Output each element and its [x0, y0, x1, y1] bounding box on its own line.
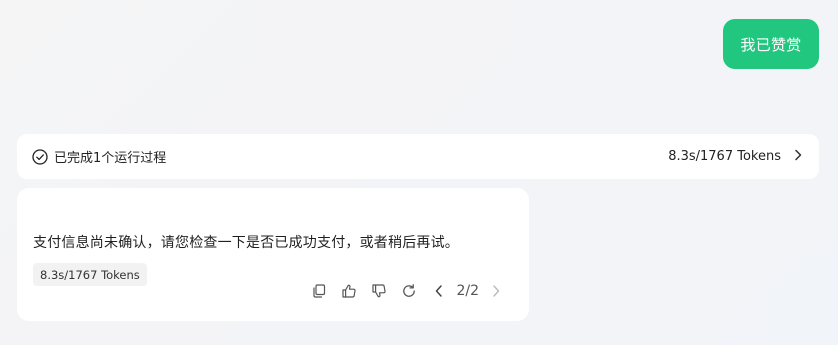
chevron-right-icon[interactable] [793, 149, 803, 165]
token-badge-text: 8.3s/1767 Tokens [40, 267, 140, 282]
user-message-bubble: 我已赞赏 [723, 19, 819, 69]
copy-icon [311, 283, 327, 299]
copy-button[interactable] [304, 280, 334, 302]
answer-text: 支付信息尚未确认，请您检查一下是否已成功支付，或者稍后再试。 [33, 235, 459, 251]
dislike-button[interactable] [364, 280, 394, 302]
refresh-icon [401, 283, 417, 299]
regenerate-button[interactable] [394, 280, 424, 302]
process-status-bar[interactable]: 已完成1个运行过程 8.3s/1767 Tokens [17, 134, 819, 179]
assistant-answer-card: 支付信息尚未确认，请您检查一下是否已成功支付，或者稍后再试。 8.3s/1767… [17, 188, 529, 321]
prev-answer-button[interactable] [424, 280, 454, 302]
chevron-right-icon [491, 284, 501, 298]
next-answer-button[interactable] [481, 280, 511, 302]
thumbs-up-icon [341, 283, 357, 299]
process-stats-group: 8.3s/1767 Tokens [668, 149, 803, 165]
answer-actions: 2/2 [304, 280, 511, 302]
token-badge: 8.3s/1767 Tokens [33, 263, 147, 286]
chevron-left-icon [434, 284, 444, 298]
process-stats: 8.3s/1767 Tokens [668, 149, 781, 164]
check-circle-icon [32, 148, 48, 165]
user-message-text: 我已赞赏 [740, 35, 802, 54]
thumbs-down-icon [371, 283, 387, 299]
process-status: 已完成1个运行过程 [32, 147, 166, 166]
process-status-label: 已完成1个运行过程 [54, 151, 167, 166]
answer-pager: 2/2 [456, 283, 479, 299]
like-button[interactable] [334, 280, 364, 302]
